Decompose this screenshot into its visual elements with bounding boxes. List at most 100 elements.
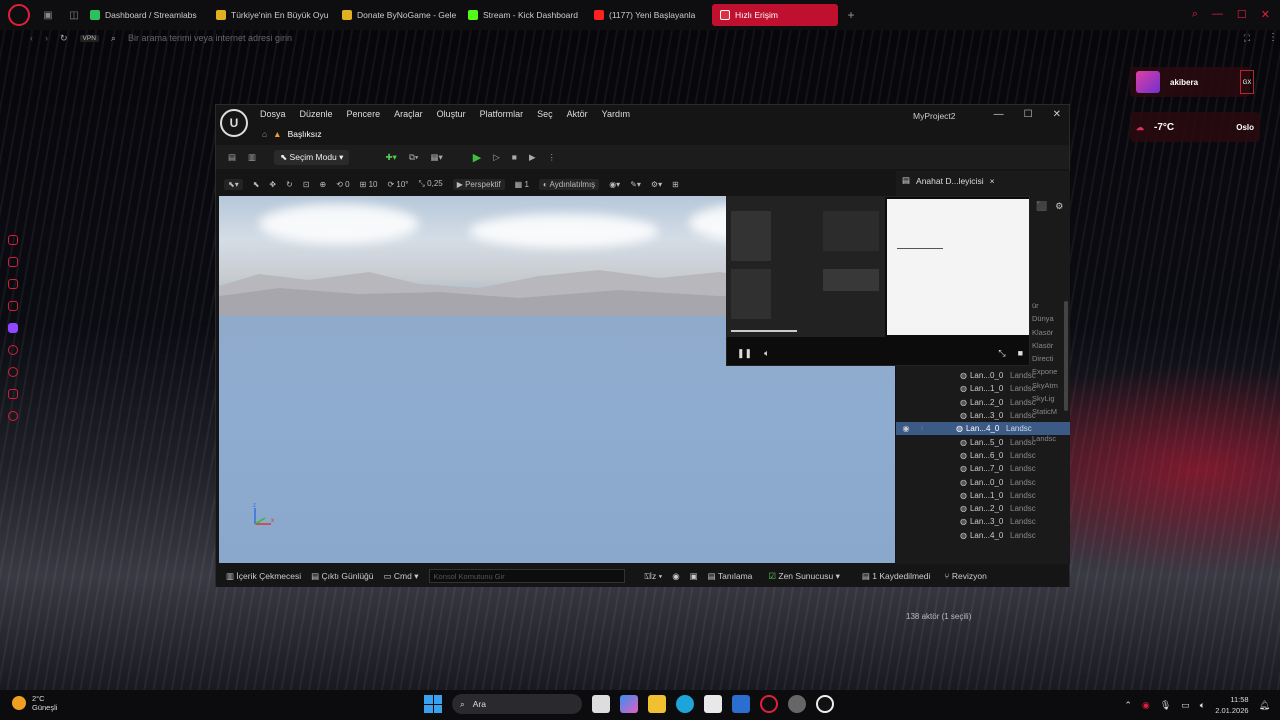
store-icon[interactable] xyxy=(704,695,722,713)
eject-icon[interactable]: ▶ xyxy=(529,152,536,163)
sidebar-item-extensions[interactable] xyxy=(8,389,18,399)
user-widget[interactable]: akibera xyxy=(1130,67,1250,97)
search-tabs-icon[interactable]: ⌕ xyxy=(1192,8,1198,21)
start-button[interactable] xyxy=(424,695,442,713)
table-row[interactable]: ◍ Lan...4_0 Landsc xyxy=(896,529,1070,542)
derived-data-button[interactable]: ▤ Tanılama xyxy=(708,571,753,582)
level-tab[interactable]: ⌂ ▲ Başlıksız xyxy=(262,127,322,141)
table-row[interactable]: ◍ Lan...0_0 Landsc xyxy=(896,475,1070,488)
menu-build[interactable]: Oluştur xyxy=(437,109,466,119)
table-row[interactable]: ◍ Lan...6_0 Landsc xyxy=(896,449,1070,462)
shield-icon[interactable] xyxy=(732,695,750,713)
show-icon[interactable]: ◉▾ xyxy=(609,180,620,189)
sidebar-item-player[interactable] xyxy=(8,279,18,289)
tab-donate[interactable]: Donate ByNoGame - Gele xyxy=(334,4,460,26)
menu-tools[interactable]: Araçlar xyxy=(394,109,423,119)
table-row[interactable]: ◍ Lan...3_0 Landsc xyxy=(896,409,1070,422)
save-icon[interactable]: ▤ xyxy=(228,152,236,163)
tab-youtube[interactable]: (1177) Yeni Başlayanla xyxy=(586,4,712,26)
notifications-icon[interactable]: 🔔︎ xyxy=(1259,700,1270,711)
menu-edit[interactable]: Düzenle xyxy=(300,109,333,119)
surface-snap-icon[interactable]: ⟲ 0 xyxy=(336,180,349,189)
menu-actor[interactable]: Aktör xyxy=(567,109,588,119)
table-row[interactable]: ◍ Lan...1_0 Landsc xyxy=(896,489,1070,502)
unreal-logo-icon[interactable]: U xyxy=(220,109,248,137)
unreal-taskbar-icon[interactable] xyxy=(816,695,834,713)
chevron-up-icon[interactable]: ⌃ xyxy=(1124,700,1132,711)
grid-snap[interactable]: ⊞ 10 xyxy=(360,180,378,189)
selection-mode-dropdown[interactable]: ⬉ Seçim Modu ▾ xyxy=(274,149,350,165)
output-log-button[interactable]: ▤ Çıktı Günlüğü xyxy=(311,571,373,582)
table-row[interactable]: ◍ Lan...2_0 Landsc xyxy=(896,502,1070,515)
address-input[interactable]: Bir arama terimi veya internet adresi gi… xyxy=(128,33,292,43)
task-view-icon[interactable] xyxy=(592,695,610,713)
settings-icon[interactable]: ⚙ xyxy=(1055,201,1063,212)
sidebar-item-twitch[interactable] xyxy=(8,323,18,333)
sidebar-item-history[interactable] xyxy=(8,345,18,355)
edge-icon[interactable] xyxy=(676,695,694,713)
table-row-selected[interactable]: ◉ ⍿ ◍ Lan...4_0 Landsc xyxy=(896,422,1070,436)
select-tool-icon[interactable]: ⬉ xyxy=(253,180,260,189)
close-icon[interactable]: ✕ xyxy=(1053,109,1061,120)
minimize-icon[interactable]: — xyxy=(994,109,1004,120)
play-options-icon[interactable]: ⋮ xyxy=(547,152,556,163)
table-row[interactable]: ◍ Lan...5_0 Landsc xyxy=(896,435,1070,448)
content-drawer-button[interactable]: ▥ İçerik Çekmecesi xyxy=(226,571,301,582)
weather-widget[interactable]: ☁ -7°C Oslo xyxy=(1130,112,1260,142)
world-local-icon[interactable]: ⊕ xyxy=(320,180,327,189)
tab-speed-dial[interactable]: Hızlı Erişim xyxy=(712,4,838,26)
camera-speed[interactable]: ▦ 1 xyxy=(515,180,529,189)
outliner-tab[interactable]: ▤ Anahat D...leyicisi × xyxy=(902,175,995,186)
workspaces-icon[interactable]: ▣ xyxy=(40,10,56,21)
picture-in-picture-video[interactable]: ❚❚ 🔈︎ ⤡ ■ xyxy=(726,196,1030,366)
steam-icon[interactable] xyxy=(788,695,806,713)
cmd-dropdown[interactable]: ▭ Cmd ▾ xyxy=(384,571,419,582)
taskbar-search[interactable]: ⌕ Ara xyxy=(452,694,582,714)
console-input[interactable]: Konsol Komutunu Gir xyxy=(428,569,625,583)
unsaved-button[interactable]: ▤ 1 Kaydedilmedi xyxy=(862,571,931,582)
back-to-tab-icon[interactable]: ⤡ xyxy=(998,348,1005,359)
tab-islands-icon[interactable]: ◫ xyxy=(66,10,82,21)
revision-control-button[interactable]: ⑂ Revizyon xyxy=(944,571,986,581)
sidebar-item-clock[interactable] xyxy=(8,367,18,377)
move-tool-icon[interactable]: ✥ xyxy=(269,180,276,189)
lighting-dropdown[interactable]: ◐ Aydınlatılmış xyxy=(538,178,600,190)
rotate-tool-icon[interactable]: ↻ xyxy=(286,180,293,189)
record-icon[interactable]: ◉ xyxy=(672,571,679,582)
browse-icon[interactable]: ▥ xyxy=(248,152,256,163)
display-icon[interactable]: ▭ xyxy=(1181,700,1190,711)
viewport-menu-icon[interactable]: ⬉▾ xyxy=(224,178,243,190)
fullscreen-icon[interactable]: ■ xyxy=(1018,348,1023,359)
table-row[interactable]: ◍ Lan...2_0 Landsc xyxy=(896,396,1070,409)
menu-icon[interactable]: ⋮ xyxy=(1268,32,1278,43)
back-icon[interactable]: ‹ xyxy=(30,33,33,43)
add-actor-icon[interactable]: ✚▾ xyxy=(385,152,396,163)
file-explorer-icon[interactable] xyxy=(648,695,666,713)
opera-logo-icon[interactable] xyxy=(8,4,30,26)
camera-icon[interactable]: ⬛ xyxy=(1036,201,1047,212)
sidebar-item-messenger[interactable] xyxy=(8,301,18,311)
stop-icon[interactable]: ■ xyxy=(512,152,517,162)
microphone-icon[interactable]: 🎙︎ xyxy=(1160,700,1171,711)
menu-platforms[interactable]: Platformlar xyxy=(480,109,524,119)
home-icon[interactable]: ⌂ xyxy=(262,129,267,139)
menu-select[interactable]: Seç xyxy=(537,109,553,119)
forward-icon[interactable]: › xyxy=(45,33,48,43)
sidebar-item-aria[interactable] xyxy=(8,235,18,245)
sequence-icon[interactable]: ▦▾ xyxy=(430,152,442,163)
copilot-icon[interactable] xyxy=(620,695,638,713)
tab-turkiye[interactable]: Türkiye'nin En Büyük Oyu xyxy=(208,4,334,26)
table-row[interactable]: ◍ Lan...7_0 Landsc xyxy=(896,462,1070,475)
step-icon[interactable]: ▷ xyxy=(493,152,500,163)
maximize-icon[interactable]: ☐ xyxy=(1237,8,1247,21)
zen-server-button[interactable]: ☑ Zen Sunucusu ▾ xyxy=(768,571,839,582)
table-row[interactable]: ◍ Lan...0_0 Landsc xyxy=(896,369,1070,382)
scale-snap[interactable]: ⤡ 0,25 xyxy=(419,179,443,189)
clock[interactable]: 11:58 2.01.2026 xyxy=(1215,694,1248,716)
menu-file[interactable]: Dosya xyxy=(260,109,286,119)
table-row[interactable]: ◍ Lan...3_0 Landsc xyxy=(896,515,1070,528)
snapshot-icon[interactable]: ⛶ xyxy=(1244,33,1250,44)
screenshot-icon[interactable]: ▣ xyxy=(690,571,698,582)
tab-kick[interactable]: Stream - Kick Dashboard xyxy=(460,4,586,26)
pin-icon[interactable]: ⍿ xyxy=(912,424,932,434)
